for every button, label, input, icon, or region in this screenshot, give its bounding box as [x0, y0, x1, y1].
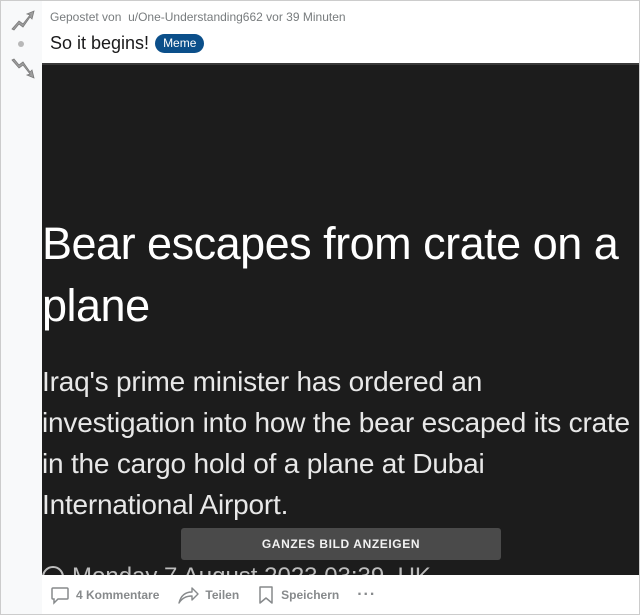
image-dateline: Monday 7 August 2023 03:39, UK: [42, 563, 431, 575]
post-title[interactable]: So it begins!: [50, 33, 149, 54]
save-button[interactable]: Speichern: [257, 585, 339, 605]
dateline-text: Monday 7 August 2023 03:39, UK: [72, 563, 431, 575]
comment-icon: [51, 587, 69, 605]
post-image[interactable]: Bear escapes from crate on a plane Iraq'…: [42, 63, 639, 575]
comments-button[interactable]: 4 Kommentare: [50, 585, 159, 605]
image-headline: Bear escapes from crate on a plane: [42, 218, 619, 331]
post-meta: Gepostet von u/One-Understanding662 vor …: [50, 10, 346, 24]
clock-icon: [42, 566, 64, 575]
bookmark-icon: [259, 586, 273, 604]
meta-prefix: Gepostet von: [50, 10, 122, 24]
title-row: So it begins! Meme: [50, 33, 205, 54]
save-label: Speichern: [281, 588, 340, 602]
post-card: Gepostet von u/One-Understanding662 vor …: [0, 0, 640, 615]
share-button[interactable]: Teilen: [177, 585, 239, 605]
image-subtext: Iraq's prime minister has ordered an inv…: [42, 366, 630, 520]
vote-rail: [1, 1, 42, 614]
more-options-button[interactable]: ···: [357, 586, 376, 604]
downvote-icon[interactable]: [9, 56, 35, 80]
author-link[interactable]: u/One-Understanding662: [128, 10, 263, 24]
post-time: vor 39 Minuten: [266, 10, 346, 24]
flair-badge[interactable]: Meme: [155, 34, 205, 53]
show-full-image-button[interactable]: GANZES BILD ANZEIGEN: [181, 528, 501, 560]
upvote-icon[interactable]: [9, 9, 35, 33]
post-footer: 4 Kommentare Teilen Speichern ···: [42, 575, 639, 614]
share-label: Teilen: [205, 588, 240, 602]
share-icon: [178, 587, 200, 604]
more-icon: ···: [357, 586, 377, 603]
vote-score-dot: [18, 41, 24, 47]
comments-label: 4 Kommentare: [76, 588, 160, 602]
